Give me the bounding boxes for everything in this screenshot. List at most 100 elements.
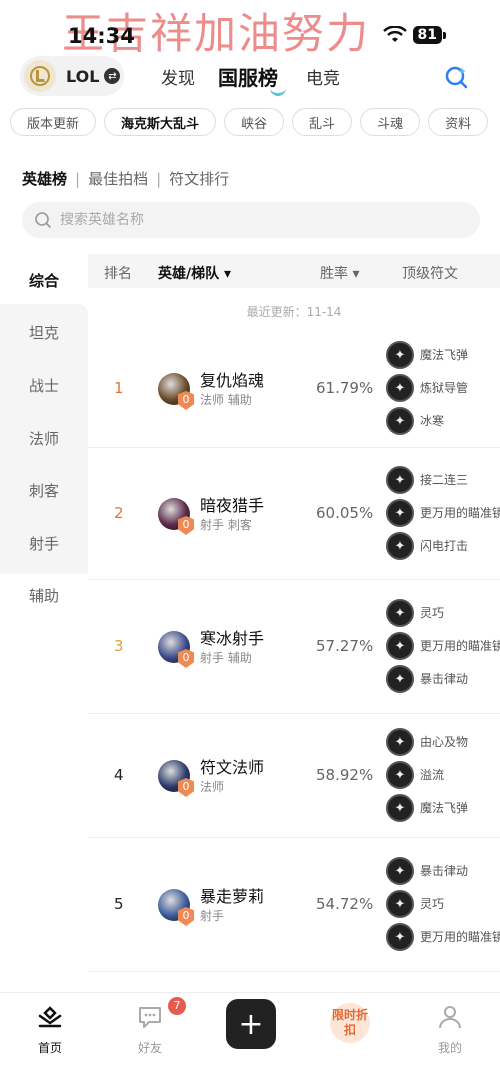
sidebar-item-fighter[interactable]: 战士	[0, 375, 88, 396]
sidebar-item-assassin[interactable]: 刺客	[0, 480, 88, 501]
header-rank: 排名	[104, 266, 132, 282]
rune-name: 更万用的瞄准镜	[420, 639, 500, 653]
tab-national-rank[interactable]: 国服榜	[218, 62, 278, 91]
rune-name: 灵巧	[420, 897, 445, 911]
game-switch-button[interactable]: LOL ⇄	[20, 56, 124, 96]
status-time: 14:34	[68, 24, 135, 48]
tab-esports[interactable]: 电竞	[306, 64, 340, 89]
limited-discount-button[interactable]: 限时折扣	[330, 1003, 370, 1043]
chip-soul-fighter[interactable]: 斗魂	[360, 108, 421, 136]
friends-badge: 7	[168, 997, 186, 1015]
scope-rune-icon: ✦	[386, 632, 414, 660]
rune-item[interactable]: ✦ 闪电打击	[386, 532, 500, 562]
rank-number: 3	[114, 637, 124, 655]
rune-name: 暴击律动	[420, 864, 469, 878]
subtab-rune-rank[interactable]: 符文排行	[169, 168, 229, 189]
bottom-tabbar: 首页 好友 7 + 限时折扣 我的	[0, 992, 500, 1086]
rank-number: 2	[114, 504, 124, 522]
hero-roles: 射手	[200, 909, 225, 923]
header-winrate-sort[interactable]: 胜率 ▾	[320, 263, 359, 283]
chip-data[interactable]: 资料	[428, 108, 489, 136]
hero-row[interactable]: 1 0 复仇焰魂 法师 辅助 61.79% ✦ 魔法飞弹 ✦ 炼狱导管 ✦ 冰寒	[88, 330, 500, 448]
rank-number: 1	[114, 379, 124, 397]
hero-name: 复仇焰魂	[200, 371, 265, 390]
status-icons: 81	[382, 26, 446, 44]
create-post-button[interactable]: +	[226, 999, 276, 1049]
hero-roles: 法师	[200, 780, 225, 794]
rune-item[interactable]: ✦ 魔法飞弹	[386, 341, 500, 371]
hero-search-input[interactable]	[60, 212, 440, 228]
hero-roles: 法师 辅助	[200, 393, 252, 407]
sidebar-item-mage[interactable]: 法师	[0, 428, 88, 449]
chip-rift[interactable]: 峡谷	[224, 108, 285, 136]
win-rate: 60.05%	[316, 504, 374, 522]
sub-tabs: 英雄榜 | 最佳拍档 | 符文排行	[22, 168, 229, 189]
status-bar: 王吉祥加油努力 14:34 81	[0, 0, 500, 60]
hero-row[interactable]: 3 0 寒冰射手 射手 辅助 57.27% ✦ 灵巧 ✦ 更万用的瞄准镜 ✦ 暴…	[88, 580, 500, 714]
crit-rune-icon: ✦	[386, 665, 414, 693]
rune-item[interactable]: ✦ 暴击律动	[386, 857, 500, 887]
rune-item[interactable]: ✦ 更万用的瞄准镜	[386, 499, 500, 529]
rune-item[interactable]: ✦ 魔法飞弹	[386, 794, 500, 824]
tab-me[interactable]: 我的	[420, 1003, 480, 1056]
lightning-rune-icon: ✦	[386, 532, 414, 560]
last-updated: 最近更新：11-14	[246, 305, 342, 319]
hero-search-box[interactable]	[22, 202, 480, 238]
hero-name: 暗夜猎手	[200, 496, 265, 515]
rune-name: 冰寒	[420, 414, 445, 428]
top-navigation: LOL ⇄ 发现 国服榜 电竞	[0, 52, 500, 98]
agility-rune-icon: ✦	[386, 890, 414, 918]
rune-item[interactable]: ✦ 暴击律动	[386, 665, 500, 695]
tab-discover[interactable]: 发现	[161, 64, 195, 89]
rune-name: 更万用的瞄准镜	[420, 930, 500, 944]
subtab-hero-rank[interactable]: 英雄榜	[22, 168, 67, 189]
swap-icon: ⇄	[104, 68, 121, 84]
tab-me-label: 我的	[437, 1041, 462, 1055]
tab-home-label: 首页	[37, 1041, 62, 1055]
rune-item[interactable]: ✦ 溢流	[386, 761, 500, 791]
chip-aram[interactable]: 乱斗	[292, 108, 353, 136]
rune-item[interactable]: ✦ 更万用的瞄准镜	[386, 923, 500, 953]
rune-item[interactable]: ✦ 冰寒	[386, 407, 500, 437]
rune-item[interactable]: ✦ 更万用的瞄准镜	[386, 632, 500, 662]
rune-name: 接二连三	[420, 473, 469, 487]
rune-item[interactable]: ✦ 炼狱导管	[386, 374, 500, 404]
rune-name: 灵巧	[420, 606, 445, 620]
home-icon	[20, 1003, 80, 1031]
sidebar-item-all[interactable]: 综合	[0, 270, 88, 291]
header-top-runes: 顶级符文	[402, 266, 458, 282]
tab-home[interactable]: 首页	[20, 1003, 80, 1056]
missile-rune-icon: ✦	[386, 341, 414, 369]
search-icon[interactable]	[444, 64, 470, 90]
rune-item[interactable]: ✦ 灵巧	[386, 599, 500, 629]
chip-version-update[interactable]: 版本更新	[10, 108, 97, 136]
rune-name: 溢流	[420, 768, 445, 782]
sidebar-item-tank[interactable]: 坦克	[0, 322, 88, 343]
combo-rune-icon: ✦	[386, 466, 414, 494]
tier-badge: 0	[178, 391, 194, 410]
rune-name: 暴击律动	[420, 672, 469, 686]
hero-row[interactable]: 4 0 符文法师 法师 58.92% ✦ 由心及物 ✦ 溢流 ✦ 魔法飞弹	[88, 714, 500, 838]
win-rate: 57.27%	[316, 637, 374, 655]
hero-row[interactable]: 5 0 暴走萝莉 射手 54.72% ✦ 暴击律动 ✦ 灵巧 ✦ 更万用的瞄准镜	[88, 838, 500, 972]
hero-name: 寒冰射手	[200, 629, 265, 648]
scope-rune-icon: ✦	[386, 923, 414, 951]
subtab-best-duo[interactable]: 最佳拍档	[88, 168, 148, 189]
search-icon	[35, 212, 51, 228]
battery-icon	[443, 31, 446, 39]
header-hero-sort[interactable]: 英雄/梯队 ▾	[158, 263, 231, 283]
hero-roles: 射手 刺客	[200, 518, 252, 532]
scope-rune-icon: ✦	[386, 499, 414, 527]
chip-hextech-aram[interactable]: 海克斯大乱斗	[104, 108, 217, 136]
sidebar-item-marksman[interactable]: 射手	[0, 533, 88, 554]
rune-item[interactable]: ✦ 灵巧	[386, 890, 500, 920]
category-sidebar: 综合 坦克 战士 法师 刺客 射手 辅助	[0, 254, 88, 994]
win-rate: 61.79%	[316, 379, 374, 397]
sidebar-item-support[interactable]: 辅助	[0, 585, 88, 606]
hero-row[interactable]: 2 0 暗夜猎手 射手 刺客 60.05% ✦ 接二连三 ✦ 更万用的瞄准镜 ✦…	[88, 448, 500, 580]
rune-item[interactable]: ✦ 接二连三	[386, 466, 500, 496]
wifi-icon	[382, 26, 407, 42]
missile-rune-icon: ✦	[386, 794, 414, 822]
rank-number: 4	[114, 766, 124, 784]
rune-item[interactable]: ✦ 由心及物	[386, 728, 500, 758]
